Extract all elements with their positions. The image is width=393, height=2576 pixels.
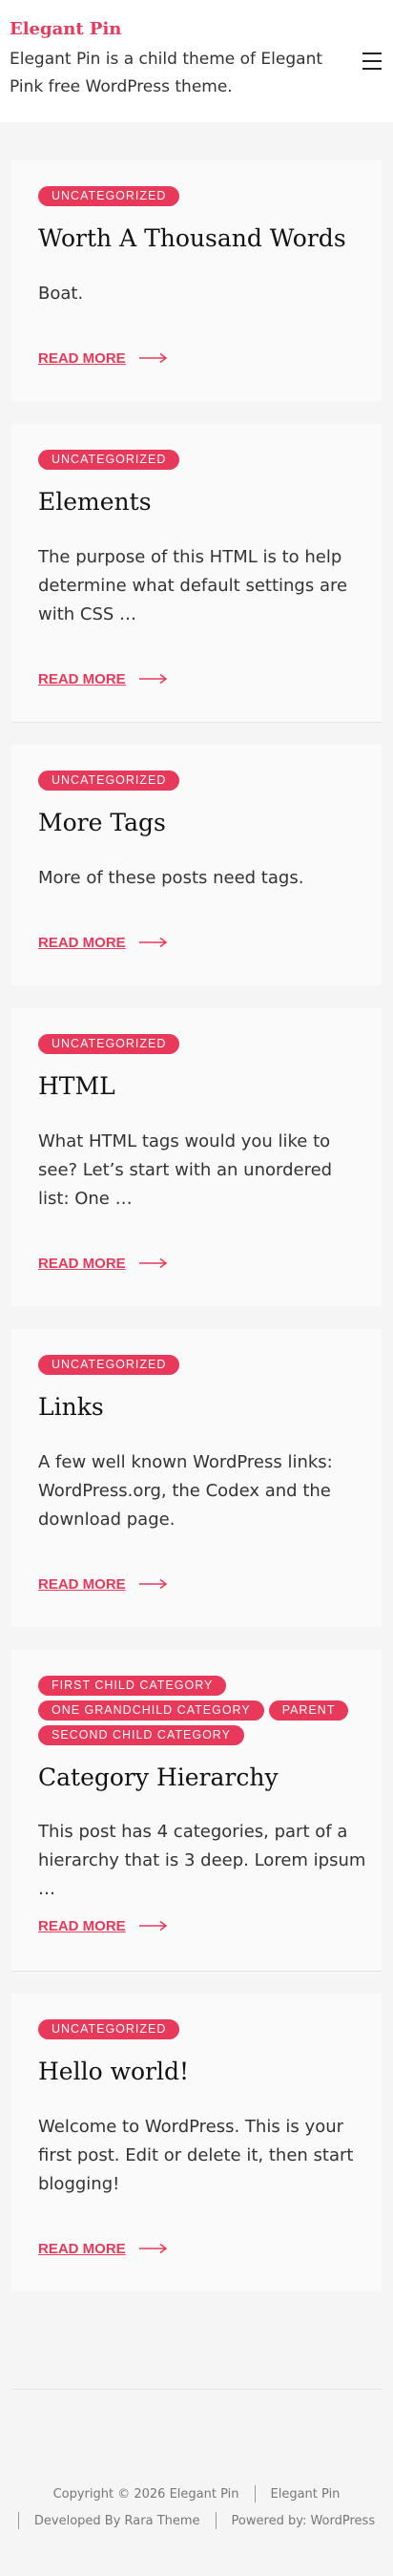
post-card: UNCATEGORIZED Worth A Thousand Words Boa… [11,160,382,401]
menu-bar [362,53,382,54]
read-more-link[interactable]: READ MORE [38,348,168,369]
divider [11,722,382,723]
read-more-label: READ MORE [38,934,126,951]
hamburger-menu-icon[interactable] [362,53,382,70]
post-categories: UNCATEGORIZED [38,1034,361,1054]
category-badge[interactable]: UNCATEGORIZED [38,771,180,791]
category-badge[interactable]: FIRST CHILD CATEGORY [38,1676,227,1696]
category-badge[interactable]: SECOND CHILD CATEGORY [38,1725,244,1745]
footer-row: Copyright © 2026 Elegant Pin Elegant Pin [0,2485,393,2502]
arrow-right-icon [138,1920,167,1932]
post-excerpt: A few well known WordPress links: WordPr… [38,1452,333,1530]
post-categories: UNCATEGORIZED [38,2019,361,2039]
post-excerpt: This post has 4 categories, part of a hi… [38,1822,366,1899]
category-badge[interactable]: PARENT [268,1700,349,1721]
read-more-label: READ MORE [38,670,126,687]
read-more-label: READ MORE [38,1575,126,1593]
read-more-label: READ MORE [38,2240,126,2257]
read-more-link[interactable]: READ MORE [38,932,168,953]
arrow-right-icon [138,352,167,364]
arrow-right-icon [138,937,167,948]
footer-separator [215,2512,217,2529]
post-title[interactable]: Hello world! [38,2057,189,2087]
site-tagline: Elegant Pin is a child theme of Elegant … [10,50,323,96]
post-title[interactable]: Category Hierarchy [38,1763,279,1793]
developer-credit[interactable]: Developed By Rara Theme [34,2514,200,2528]
read-more-link[interactable]: READ MORE [38,1253,168,1274]
menu-bar [362,68,382,70]
category-badge[interactable]: UNCATEGORIZED [38,450,180,470]
site-footer: Copyright © 2026 Elegant Pin Elegant Pin… [0,2387,393,2576]
post-card: UNCATEGORIZED Hello world! Welcome to Wo… [11,1994,382,2291]
post-card: UNCATEGORIZED HTML What HTML tags would … [11,1008,382,1306]
powered-by-link[interactable]: Powered by: WordPress [232,2514,376,2528]
read-more-link[interactable]: READ MORE [38,2238,168,2259]
footer-separator [254,2485,256,2502]
post-excerpt: Welcome to WordPress. This is your first… [38,2117,354,2194]
arrow-right-icon [138,2243,167,2254]
site-title[interactable]: Elegant Pin [10,19,121,39]
site-header: Elegant Pin Elegant Pin is a child theme… [0,0,393,122]
read-more-link[interactable]: READ MORE [38,668,168,689]
post-card: UNCATEGORIZED More Tags More of these po… [11,745,382,985]
category-badge[interactable]: UNCATEGORIZED [38,1034,180,1054]
post-title[interactable]: Elements [38,487,152,517]
post-card: UNCATEGORIZED Links A few well known Wor… [11,1329,382,1627]
read-more-label: READ MORE [38,349,126,367]
read-more-link[interactable]: READ MORE [38,1915,168,1936]
post-card: UNCATEGORIZED Elements The purpose of th… [11,424,382,722]
arrow-right-icon [138,1578,167,1590]
post-categories: UNCATEGORIZED [38,1355,361,1375]
post-categories: FIRST CHILD CATEGORY ONE GRANDCHILD CATE… [38,1676,361,1745]
post-title[interactable]: HTML [38,1071,115,1102]
post-title[interactable]: Links [38,1392,104,1423]
post-categories: UNCATEGORIZED [38,186,361,206]
divider [11,1971,382,1972]
read-more-label: READ MORE [38,1255,126,1272]
post-categories: UNCATEGORIZED [38,450,361,470]
post-title[interactable]: More Tags [38,808,166,838]
post-excerpt: More of these posts need tags. [38,868,304,888]
copyright-text: Copyright © 2026 Elegant Pin [52,2486,239,2502]
post-excerpt: What HTML tags would you like to see? Le… [38,1131,333,1209]
footer-site-link[interactable]: Elegant Pin [271,2487,341,2502]
read-more-label: READ MORE [38,1917,126,1934]
category-badge[interactable]: UNCATEGORIZED [38,2019,180,2039]
category-badge[interactable]: UNCATEGORIZED [38,186,180,206]
read-more-link[interactable]: READ MORE [38,1573,168,1594]
category-badge[interactable]: UNCATEGORIZED [38,1355,180,1375]
post-title[interactable]: Worth A Thousand Words [38,223,346,254]
arrow-right-icon [138,673,167,685]
menu-bar [362,60,382,62]
post-card: FIRST CHILD CATEGORY ONE GRANDCHILD CATE… [11,1650,382,1971]
category-badge[interactable]: ONE GRANDCHILD CATEGORY [38,1700,264,1721]
footer-row: Developed By Rara Theme Powered by: Word… [0,2512,393,2529]
arrow-right-icon [138,1257,167,1269]
post-categories: UNCATEGORIZED [38,771,361,791]
footer-separator [17,2512,19,2529]
post-excerpt: The purpose of this HTML is to help dete… [38,547,348,624]
post-excerpt: Boat. [38,284,84,304]
